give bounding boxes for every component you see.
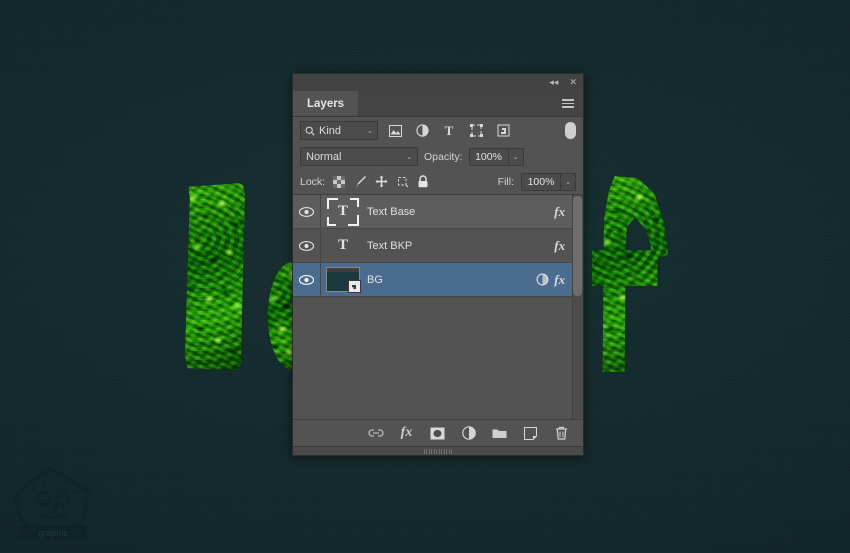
opacity-chevron-icon: ⌄	[512, 153, 519, 161]
filter-shape-icon[interactable]	[466, 121, 486, 140]
eye-icon	[299, 206, 314, 217]
filter-kind-chevron-icon[interactable]: ⌄	[367, 127, 373, 135]
fill-field[interactable]: 100% ⌄	[521, 172, 576, 191]
layer-list[interactable]: T Text Base fx ⌄ T	[293, 194, 583, 419]
layer-fx-icon[interactable]: fx	[554, 238, 565, 254]
panel-menu-icon[interactable]	[553, 91, 583, 116]
layer-row-bg[interactable]: BG fx ⌄	[293, 263, 583, 297]
layer-thumbnail[interactable]: T	[321, 233, 365, 259]
blend-mode-row: Normal ⌄ Opacity: 100% ⌄	[293, 144, 583, 169]
layer-visibility-toggle[interactable]	[293, 229, 321, 262]
leafy-letter-f	[592, 176, 668, 372]
layer-name-label[interactable]: Text BKP	[365, 240, 554, 252]
link-layers-icon[interactable]	[367, 424, 384, 442]
thumbnail-glyph: T	[337, 237, 348, 253]
layer-list-scrollbar[interactable]	[572, 195, 583, 419]
lock-transparent-pixels-icon[interactable]	[332, 174, 346, 190]
leafy-letter-i	[185, 183, 245, 370]
layer-list-scrollbar-thumb[interactable]	[573, 196, 582, 296]
layer-filter-row: Kind ⌄ T	[293, 117, 583, 144]
image-layer-thumbnail	[326, 267, 361, 293]
layer-thumbnail[interactable]	[321, 267, 365, 293]
thumbnail-glyph: T	[337, 203, 348, 219]
blend-mode-select[interactable]: Normal ⌄	[300, 147, 418, 166]
magnifier-icon	[305, 126, 315, 136]
site-watermark-logo: graphic	[14, 466, 90, 539]
layer-visibility-toggle[interactable]	[293, 195, 321, 228]
add-layer-mask-icon[interactable]	[429, 424, 446, 442]
layer-style-fx-icon[interactable]: fx	[398, 424, 415, 442]
layer-visibility-toggle[interactable]	[293, 263, 321, 296]
layer-fx-icon[interactable]: fx	[554, 272, 565, 288]
blend-mode-value: Normal	[306, 150, 342, 163]
close-panel-icon[interactable]: ✕	[569, 78, 577, 87]
tab-layers[interactable]: Layers	[293, 91, 359, 116]
lock-image-pixels-icon[interactable]	[353, 174, 367, 190]
lock-row: Lock: Fill: 100% ⌄	[293, 169, 583, 194]
layer-row-text-base[interactable]: T Text Base fx ⌄	[293, 195, 583, 229]
layer-name-label[interactable]: BG	[365, 274, 536, 286]
layers-panel[interactable]: ◂◂ ✕ Layers Kind ⌄ T Normal ⌄ Opacity: 1…	[292, 73, 584, 456]
filter-enable-toggle[interactable]	[565, 122, 576, 139]
panel-tabbar: Layers	[293, 91, 583, 117]
filter-kind-label: Kind	[319, 124, 342, 137]
panel-footer-toolbar: fx	[293, 419, 583, 446]
opacity-field[interactable]: 100% ⌄	[468, 147, 524, 166]
layer-name-label[interactable]: Text Base	[365, 206, 554, 218]
delete-layer-icon[interactable]	[553, 424, 570, 442]
tab-layers-label: Layers	[307, 97, 345, 110]
lock-position-icon[interactable]	[374, 174, 388, 190]
fill-value[interactable]: 100%	[522, 176, 560, 188]
eye-icon	[299, 240, 314, 251]
panel-titlebar: ◂◂ ✕	[293, 74, 583, 91]
fill-stepper[interactable]: ⌄	[560, 173, 575, 190]
opacity-value[interactable]: 100%	[470, 151, 508, 163]
layer-row-text-bkp[interactable]: T Text BKP fx ⌄	[293, 229, 583, 263]
collapse-panel-icon[interactable]: ◂◂	[549, 78, 558, 87]
fill-chevron-icon: ⌄	[565, 178, 571, 186]
filter-pixel-icon[interactable]	[385, 121, 405, 140]
svg-text:graphic: graphic	[38, 528, 68, 538]
filter-smartobject-icon[interactable]	[493, 121, 513, 140]
opacity-stepper[interactable]: ⌄	[507, 148, 523, 165]
eye-icon	[299, 274, 314, 285]
fill-label: Fill:	[497, 175, 514, 188]
lock-label: Lock:	[300, 175, 326, 188]
panel-resize-grip[interactable]	[293, 446, 583, 455]
new-layer-icon[interactable]	[522, 424, 539, 442]
new-group-icon[interactable]	[491, 424, 508, 442]
lock-artboard-nesting-icon[interactable]	[395, 174, 409, 190]
layer-mask-icon[interactable]	[536, 273, 549, 286]
new-adjustment-layer-icon[interactable]	[460, 424, 477, 442]
opacity-label: Opacity:	[424, 150, 463, 163]
layer-thumbnail[interactable]: T	[321, 197, 365, 226]
text-layer-thumbnail: T	[327, 197, 359, 226]
text-layer-thumbnail: T	[328, 233, 358, 259]
smart-object-badge-icon	[348, 280, 361, 293]
filter-kind-select[interactable]: Kind ⌄	[300, 121, 378, 140]
layer-fx-icon[interactable]: fx	[554, 204, 565, 220]
blend-mode-chevron-icon[interactable]: ⌄	[406, 153, 412, 161]
filter-adjustment-icon[interactable]	[412, 121, 432, 140]
filter-type-icon[interactable]: T	[439, 121, 459, 140]
lock-all-icon[interactable]	[416, 174, 430, 190]
